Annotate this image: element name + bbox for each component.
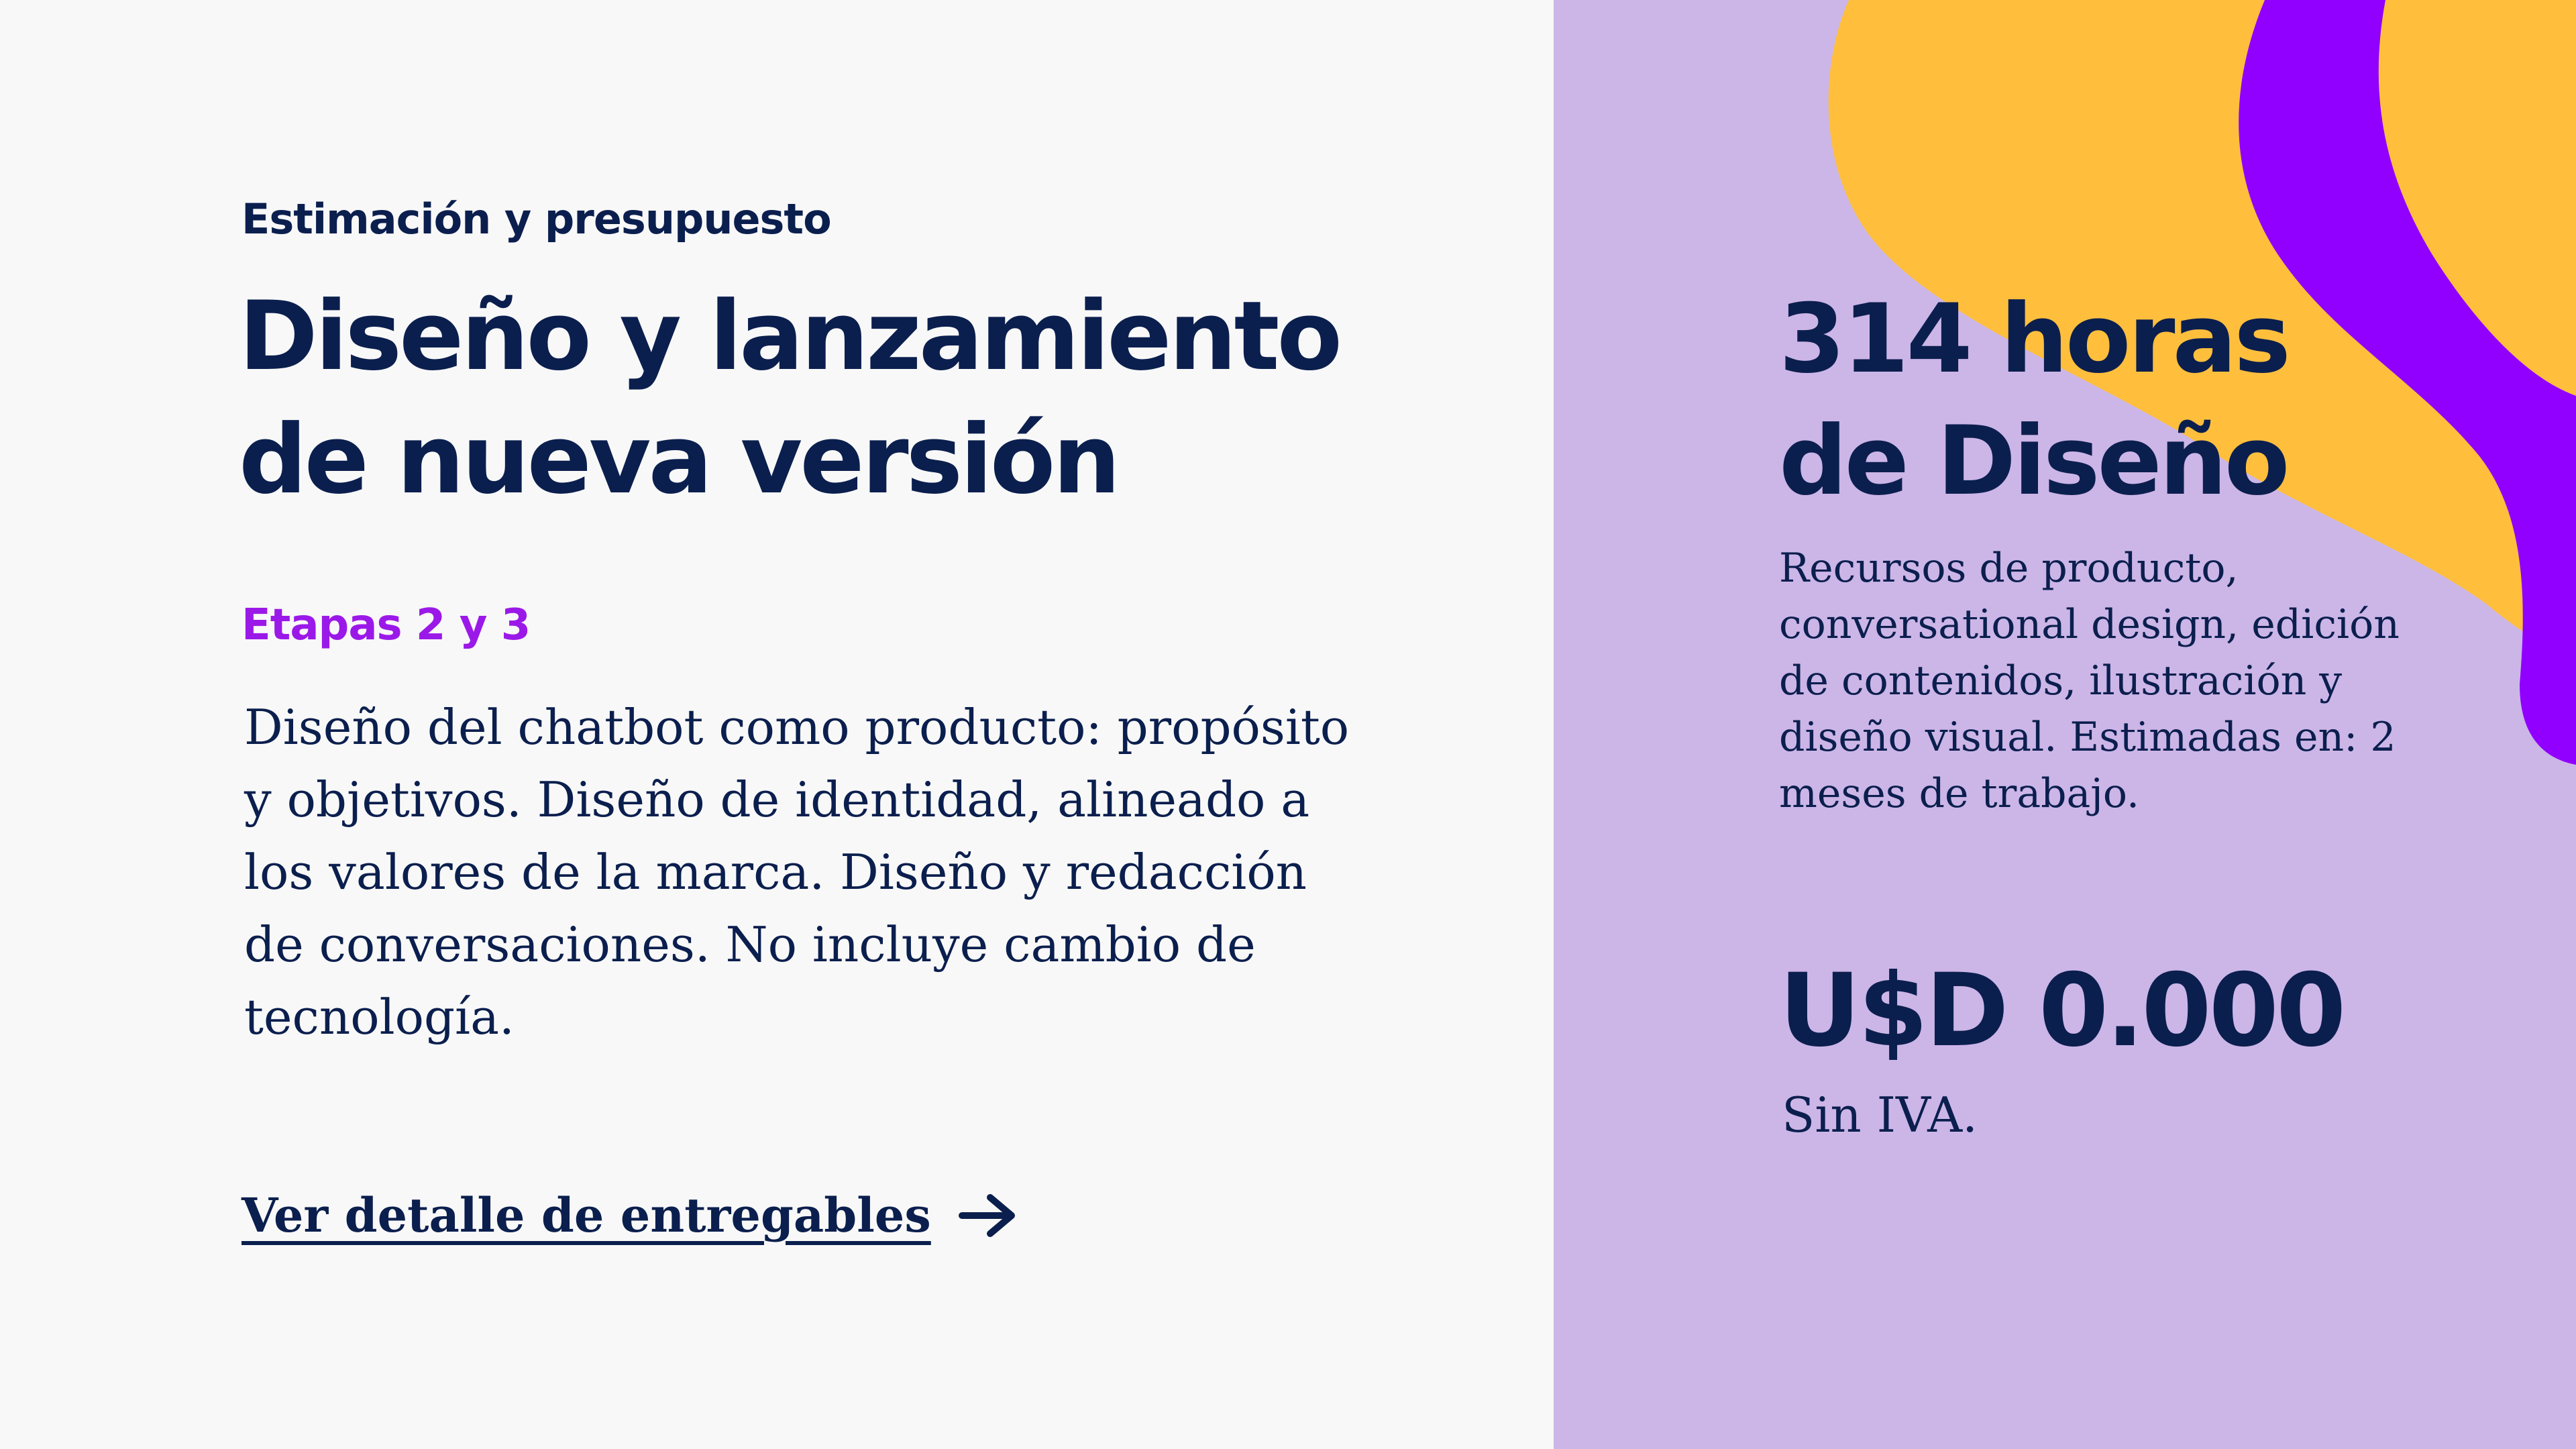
view-deliverables-link[interactable]: Ver detalle de entregables <box>241 1187 1018 1243</box>
arrow-right-icon <box>958 1193 1015 1237</box>
view-deliverables-label: Ver detalle de entregables <box>241 1187 931 1243</box>
price-amount: U$D 0.000 <box>1779 953 2346 1069</box>
hours-description: Recursos de producto, conversational des… <box>1779 545 2400 817</box>
stage-description: Diseño del chatbot como producto: propós… <box>244 699 1350 1045</box>
hours-line-2: de Diseño <box>1779 406 2290 517</box>
section-eyebrow: Estimación y presupuesto <box>241 195 832 244</box>
page-title-line-1: Diseño y lanzamiento <box>239 281 1342 392</box>
hours-line-1: 314 horas <box>1779 284 2291 394</box>
page-title-line-2: de nueva versión <box>239 405 1120 515</box>
hours-heading: 314 horas de Diseño <box>1779 278 2517 523</box>
summary-panel: 314 horas de Diseño Recursos de producto… <box>1554 0 2576 1449</box>
price-note: Sin IVA. <box>1782 1087 1978 1143</box>
stage-label: Etapas 2 y 3 <box>241 600 531 650</box>
page-title: Diseño y lanzamiento de nueva versión <box>239 275 1513 522</box>
left-panel: Estimación y presupuesto Diseño y lanzam… <box>0 0 1554 1449</box>
